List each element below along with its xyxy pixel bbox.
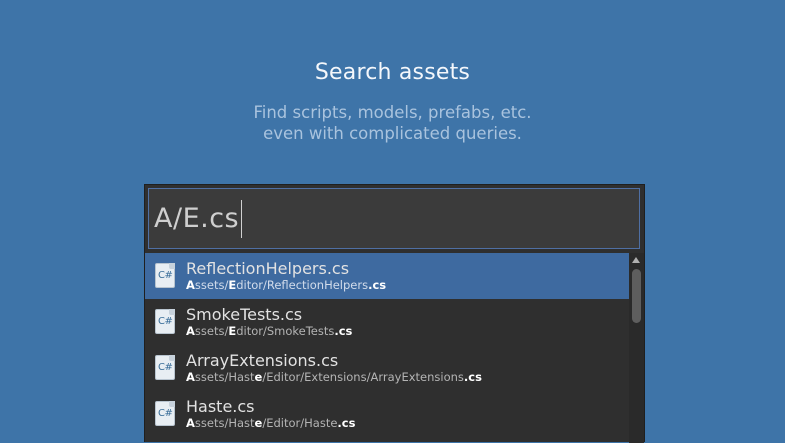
- path-match-highlight: .cs: [463, 370, 482, 384]
- icon-glyph: C#: [158, 362, 173, 373]
- result-row[interactable]: C# Haste.cs Assets/Haste/Editor/Haste.cs: [145, 391, 629, 437]
- results-scrollbar[interactable]: [629, 253, 644, 443]
- path-segment: ssets/Hast: [194, 416, 255, 430]
- result-file-name: ArrayExtensions.cs: [186, 351, 339, 370]
- path-segment: ssets/: [194, 278, 229, 292]
- results-list: C# ReflectionHelpers.cs Assets/Editor/Refl…: [145, 253, 629, 443]
- path-segment: ssets/Hast: [194, 370, 255, 384]
- path-match-highlight: A: [186, 416, 195, 430]
- path-segment: ssets/: [194, 324, 229, 338]
- result-row[interactable]: C# ArrayExtensions.cs Assets/Haste/Editor/…: [145, 345, 629, 391]
- path-segment: ditor/ReflectionHelpers: [236, 278, 369, 292]
- search-query-text: A/E.cs: [154, 203, 240, 234]
- csharp-script-icon: C#: [155, 309, 175, 334]
- path-segment: /Editor/Extensions/ArrayExtensions: [262, 370, 464, 384]
- scroll-up-arrow-icon[interactable]: [632, 257, 640, 263]
- result-file-name: SmokeTests.cs: [186, 305, 303, 324]
- csharp-script-icon: C#: [155, 355, 175, 380]
- path-segment: ditor/SmokeTests: [236, 324, 335, 338]
- icon-glyph: C#: [158, 270, 173, 281]
- path-match-highlight: A: [186, 278, 195, 292]
- page-subtitle: Find scripts, models, prefabs, etc. even…: [0, 102, 785, 144]
- path-match-highlight: .cs: [334, 324, 353, 338]
- result-file-path: Assets/Editor/SmokeTests.cs: [186, 324, 352, 338]
- icon-glyph: C#: [158, 316, 173, 327]
- search-panel: A/E.cs C# ReflectionHelpers.cs Assets/Edit…: [144, 184, 645, 443]
- result-row[interactable]: C# SmokeTests.cs Assets/Editor/SmokeTests.…: [145, 299, 629, 345]
- result-file-path: Assets/Haste/Editor/Extensions/ArrayExte…: [186, 370, 482, 384]
- path-match-highlight: .cs: [368, 278, 387, 292]
- result-file-name: Haste.cs: [186, 397, 255, 416]
- search-input[interactable]: A/E.cs: [148, 188, 640, 249]
- path-match-highlight: A: [186, 324, 195, 338]
- csharp-script-icon: C#: [155, 401, 175, 426]
- page-title: Search assets: [314, 60, 471, 85]
- path-match-highlight: .cs: [337, 416, 356, 430]
- path-match-highlight: A: [186, 370, 195, 384]
- text-caret: [241, 199, 243, 238]
- icon-glyph: C#: [158, 408, 173, 419]
- csharp-script-icon: C#: [155, 263, 175, 288]
- subtitle-line-1: Find scripts, models, prefabs, etc.: [253, 103, 532, 122]
- result-file-name: ReflectionHelpers.cs: [186, 259, 350, 278]
- path-segment: /Editor/Haste: [262, 416, 338, 430]
- result-row[interactable]: C# ReflectionHelpers.cs Assets/Editor/Refl…: [145, 253, 629, 299]
- result-file-path: Assets/Editor/ReflectionHelpers.cs: [186, 278, 386, 292]
- scrollbar-thumb[interactable]: [632, 269, 641, 323]
- subtitle-line-2: even with complicated queries.: [263, 124, 522, 143]
- result-file-path: Assets/Haste/Editor/Haste.cs: [186, 416, 355, 430]
